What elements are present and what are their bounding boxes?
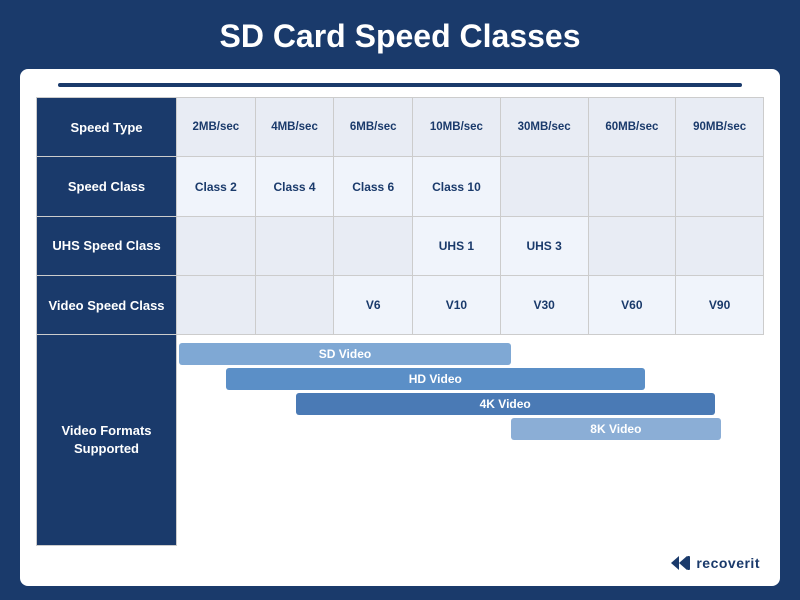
hd-video-bar: HD Video: [226, 368, 645, 390]
uhs-empty5: [676, 216, 764, 275]
uhs-1: UHS 1: [413, 216, 501, 275]
sc-empty3: [676, 157, 764, 216]
speed-table: Speed Type 2MB/sec 4MB/sec 6MB/sec 10MB/…: [36, 97, 764, 546]
speed-col-30mb: 30MB/sec: [500, 98, 588, 157]
4k-video-bar: 4K Video: [296, 393, 715, 415]
vsc-v60: V60: [588, 276, 676, 335]
recoverit-icon: [669, 552, 691, 574]
brand-logo: recoverit: [669, 552, 760, 574]
video-speed-class-row: Video Speed Class V6 V10 V30 V60 V90: [37, 276, 764, 335]
speed-type-row: Speed Type 2MB/sec 4MB/sec 6MB/sec 10MB/…: [37, 98, 764, 157]
main-container: SD Card Speed Classes Speed Type 2MB/sec…: [0, 0, 800, 600]
vsc-empty1: [177, 276, 256, 335]
vsc-v90: V90: [676, 276, 764, 335]
table-wrapper: Speed Type 2MB/sec 4MB/sec 6MB/sec 10MB/…: [36, 97, 764, 546]
8k-video-bar: 8K Video: [511, 418, 721, 440]
sd-video-bar: SD Video: [179, 343, 511, 365]
speed-col-6mb: 6MB/sec: [334, 98, 413, 157]
vsc-v30: V30: [500, 276, 588, 335]
speed-col-60mb: 60MB/sec: [588, 98, 676, 157]
uhs-empty1: [177, 216, 256, 275]
speed-col-2mb: 2MB/sec: [177, 98, 256, 157]
sc-class6: Class 6: [334, 157, 413, 216]
vsc-empty2: [255, 276, 334, 335]
video-bars-wrapper: SD Video HD Video 4K Video 8K Video: [179, 339, 762, 444]
brand-name: recoverit: [696, 555, 760, 571]
page-title: SD Card Speed Classes: [219, 18, 580, 55]
sc-class4: Class 4: [255, 157, 334, 216]
uhs-speed-class-label: UHS Speed Class: [37, 216, 177, 275]
uhs-empty3: [334, 216, 413, 275]
sc-class10: Class 10: [413, 157, 501, 216]
sc-empty2: [588, 157, 676, 216]
uhs-3: UHS 3: [500, 216, 588, 275]
speed-class-label: Speed Class: [37, 157, 177, 216]
card: Speed Type 2MB/sec 4MB/sec 6MB/sec 10MB/…: [20, 69, 780, 586]
video-speed-class-label: Video Speed Class: [37, 276, 177, 335]
uhs-empty4: [588, 216, 676, 275]
vsc-v10: V10: [413, 276, 501, 335]
footer-row: recoverit: [36, 552, 764, 574]
speed-class-row: Speed Class Class 2 Class 4 Class 6 Clas…: [37, 157, 764, 216]
video-bars-cell: SD Video HD Video 4K Video 8K Video: [177, 335, 764, 546]
uhs-empty2: [255, 216, 334, 275]
speed-col-4mb: 4MB/sec: [255, 98, 334, 157]
speed-col-10mb: 10MB/sec: [413, 98, 501, 157]
video-formats-label: Video Formats Supported: [37, 335, 177, 546]
sc-class2: Class 2: [177, 157, 256, 216]
speed-type-label: Speed Type: [37, 98, 177, 157]
vsc-v6: V6: [334, 276, 413, 335]
speed-col-90mb: 90MB/sec: [676, 98, 764, 157]
top-line-decoration: [58, 83, 742, 87]
sc-empty1: [500, 157, 588, 216]
video-formats-row: Video Formats Supported SD Video HD Vide…: [37, 335, 764, 546]
uhs-speed-class-row: UHS Speed Class UHS 1 UHS 3: [37, 216, 764, 275]
